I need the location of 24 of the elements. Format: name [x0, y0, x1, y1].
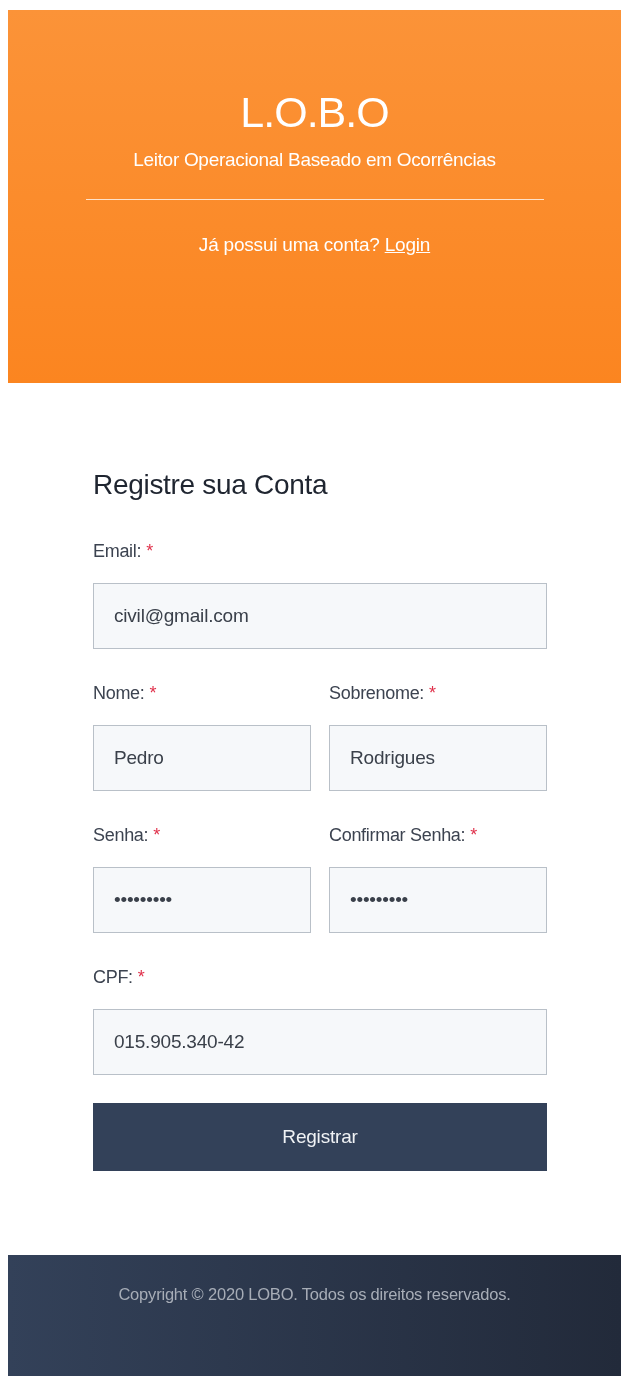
required-mark: *	[429, 682, 436, 704]
subtitle: Leitor Operacional Baseado em Ocorrências	[133, 148, 496, 172]
required-mark: *	[470, 824, 477, 846]
input-field[interactable]: civil@gmail.com	[93, 583, 547, 649]
field-label: Nome:	[93, 682, 145, 704]
logo-title: L.O.B.O	[240, 88, 389, 136]
copyright-text: Copyright © 2020 LOBO. Todos os direitos reservados.	[118, 1284, 511, 1305]
required-mark: *	[137, 966, 145, 988]
field-label: Senha:	[93, 824, 149, 846]
field-label: Sobrenome:	[329, 682, 425, 704]
required-mark: *	[146, 540, 153, 562]
input-field[interactable]: •••••••••	[93, 867, 311, 933]
field-label: CPF:	[93, 966, 133, 988]
required-mark: *	[153, 824, 160, 846]
input-field[interactable]: Rodrigues	[329, 725, 547, 791]
input-field[interactable]: Pedro	[93, 725, 311, 791]
register-button[interactable]: Registrar	[93, 1103, 547, 1171]
required-mark: *	[149, 682, 157, 704]
form-heading: Registre sua Conta	[93, 468, 329, 502]
input-field[interactable]: 015.905.340-42	[93, 1009, 547, 1075]
input-field[interactable]: •••••••••	[329, 867, 547, 933]
field-label: Email:	[93, 540, 142, 562]
login-prompt: Já possui uma conta?	[198, 233, 380, 257]
field-label: Confirmar Senha:	[329, 824, 466, 846]
